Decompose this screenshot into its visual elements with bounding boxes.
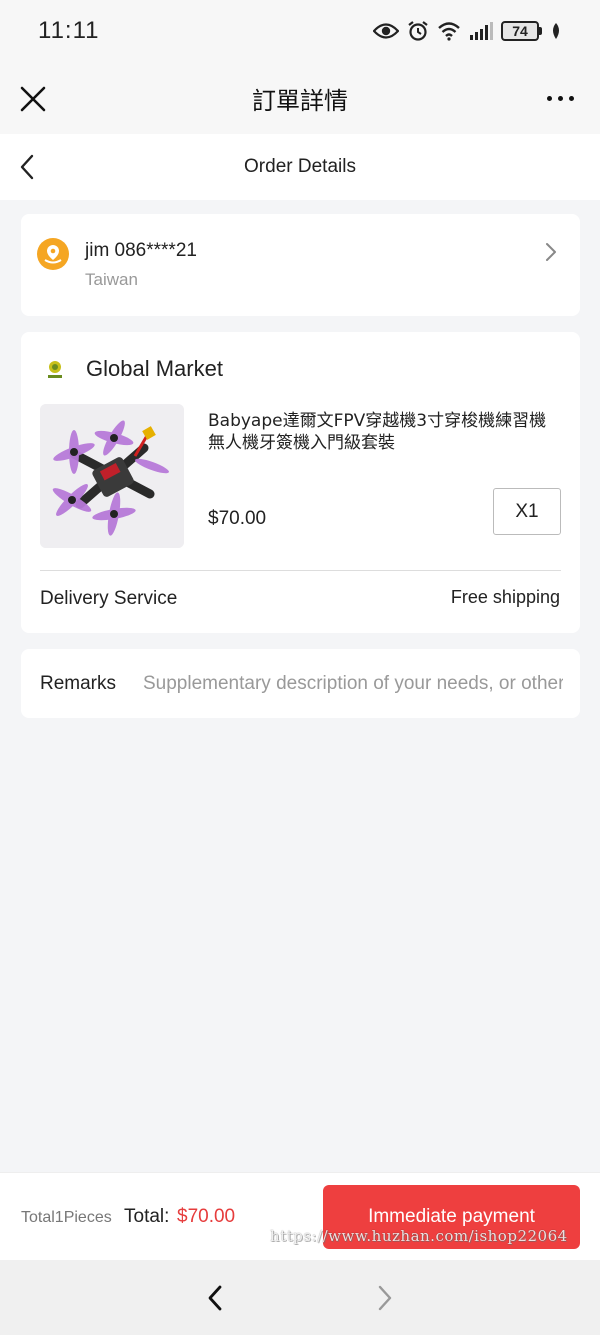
recipient-name: jim 086****21	[85, 240, 197, 261]
total-label: Total:	[124, 1206, 170, 1227]
product-price: $70.00	[208, 508, 267, 529]
delivery-service-value: Free shipping	[450, 587, 560, 607]
battery-icon: 74	[501, 21, 542, 41]
total-value: $70.00	[177, 1206, 236, 1227]
signal-icon	[470, 22, 493, 40]
app-title: 訂單詳情	[252, 86, 348, 115]
eye-icon	[373, 23, 399, 39]
remarks-card: Remarks	[21, 649, 580, 718]
browser-forward-icon[interactable]	[375, 1284, 395, 1312]
nav-header: Order Details	[0, 134, 600, 200]
quantity-box[interactable]: X1	[493, 488, 561, 535]
remarks-input[interactable]	[143, 667, 563, 701]
remarks-label: Remarks	[40, 673, 117, 694]
chevron-right-icon[interactable]	[544, 242, 558, 262]
divider	[40, 570, 561, 571]
watermark: https://www.huzhan.com/ishop22064	[270, 1227, 568, 1245]
battery-level: 74	[501, 21, 539, 41]
page-title: Order Details	[244, 156, 356, 177]
store-name: Global Market	[86, 356, 223, 381]
recipient-region: Taiwan	[85, 270, 138, 289]
total-pieces: Total1Pieces	[21, 1209, 112, 1226]
wifi-icon	[438, 22, 460, 41]
status-time: 11:11	[38, 17, 100, 44]
product-title[interactable]: Babyape達爾文FPV穿越機3寸穿梭機練習機無人機牙簽機入門級套裝	[208, 410, 558, 454]
product-image[interactable]	[40, 404, 184, 548]
order-details-page: 11:11 74 訂單詳情 Order Details jim 086****2…	[0, 0, 600, 1335]
alarm-icon	[408, 21, 428, 41]
address-card[interactable]: jim 086****21 Taiwan	[21, 214, 580, 316]
store-logo-icon	[41, 356, 69, 384]
order-card: Global Market Babyape達爾文FPV穿越機3寸穿梭機練習機無人…	[21, 332, 580, 633]
status-icons: 74	[373, 20, 562, 42]
leaf-icon	[553, 23, 559, 39]
browser-back-icon[interactable]	[205, 1284, 225, 1312]
location-icon	[37, 238, 69, 270]
drone-image	[40, 404, 184, 548]
chevron-left-icon[interactable]	[16, 153, 40, 181]
delivery-service-label: Delivery Service	[40, 588, 178, 609]
status-bar: 11:11 74	[0, 0, 600, 62]
checkout-bar: Total1Pieces Total: $70.00 Immediate pay…	[0, 1172, 600, 1260]
browser-nav	[0, 1260, 600, 1335]
more-icon[interactable]	[547, 96, 574, 101]
app-title-bar: 訂單詳情	[0, 62, 600, 134]
close-icon[interactable]	[18, 84, 48, 114]
